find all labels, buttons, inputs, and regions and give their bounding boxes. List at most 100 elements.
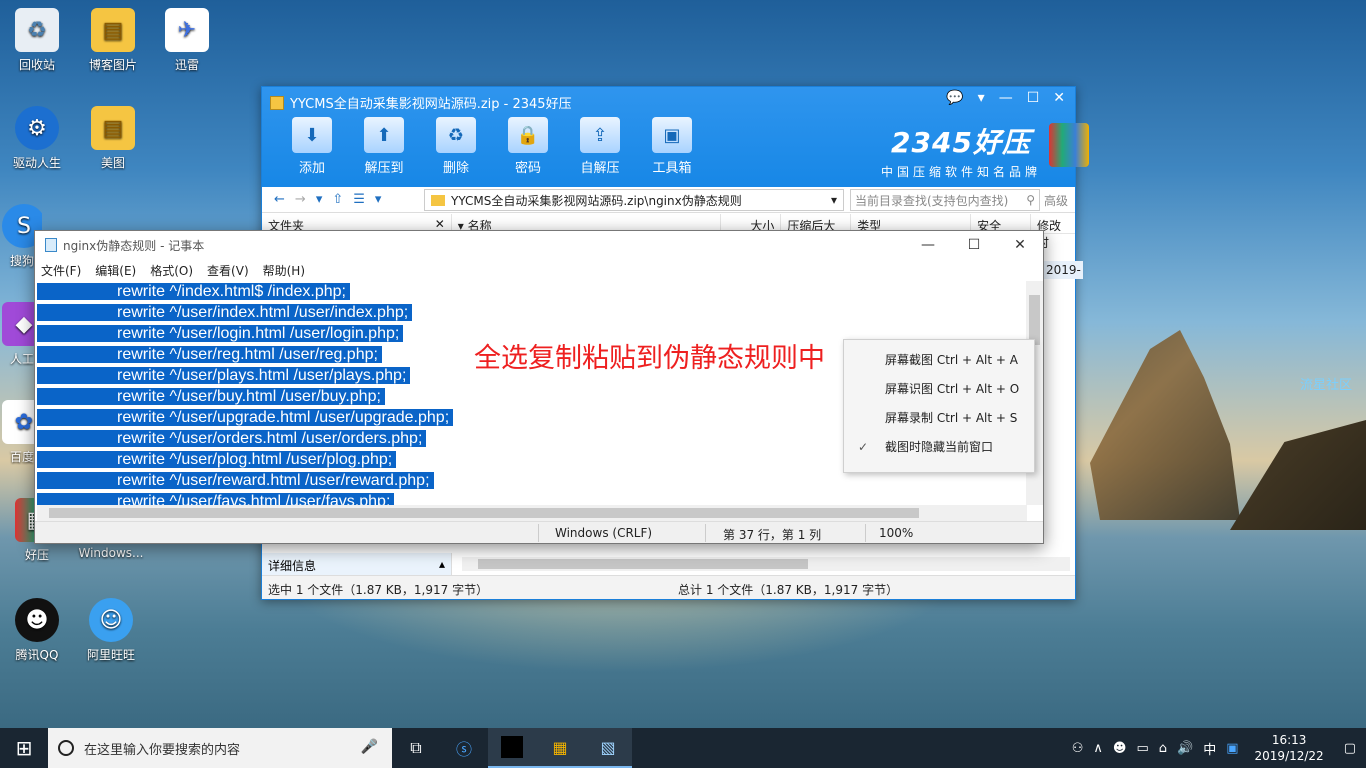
notepad-menubar: 文件(F) 编辑(E) 格式(O) 查看(V) 帮助(H) [35,259,1043,281]
desktop-icon-recycle-bin[interactable]: ♻ 回收站 [2,8,72,73]
notification-icon[interactable]: ▢ [1344,741,1356,756]
forward-arrow-icon[interactable]: → [295,192,306,207]
notepad-icon: ▧ [600,737,616,757]
text-line: rewrite ^/user/index.html /user/index.ph… [37,302,1027,323]
black-window-icon [501,736,523,758]
search-icon[interactable]: ⚲ [1026,193,1035,207]
taskbar: ⊞ 在这里输入你要搜索的内容 🎤 ⧉ ⓢ ▦ ▧ ⚇ ∧ ☻ ▭ ⌂ 🔊 中 ▣… [0,728,1366,768]
text-line: rewrite ^/user/favs.html /user/favs.php; [37,491,1027,505]
desktop-icon-blog-images[interactable]: ▤ 博客图片 [78,8,148,73]
menu-format[interactable]: 格式(O) [150,262,193,279]
search-input[interactable]: 当前目录查找(支持包内查找) ⚲ [850,189,1040,211]
view-dropdown-icon[interactable]: ▾ [375,192,382,207]
menu-icon[interactable]: ▾ [978,90,985,106]
taskbar-app-sogou[interactable]: ⓢ [440,728,488,768]
back-arrow-icon[interactable]: ← [274,192,285,207]
tray-user-icon[interactable]: ▣ [1226,741,1238,756]
volume-icon[interactable]: 🔊 [1177,741,1193,756]
gear-icon: ⚙ [15,106,59,150]
menu-item-hide-window[interactable]: ✓ 截图时隐藏当前窗口 [844,433,1034,462]
zip-bottom-bar: 详细信息 ▴ [262,553,1075,575]
clock[interactable]: 16:13 2019/12/22 [1255,732,1324,764]
up-folder-icon[interactable]: ⇧ [332,192,343,207]
thunder-icon: ✈ [165,8,209,52]
self-extract-button[interactable]: ⇪ 自解压 [574,117,626,176]
advanced-search-link[interactable]: 高级 [1044,192,1068,209]
people-icon[interactable]: ⚇ [1072,741,1084,756]
desktop-icon-thunder[interactable]: ✈ 迅雷 [152,8,222,73]
wallpaper-rock [1230,420,1366,530]
zip-hscrollbar[interactable] [462,557,1070,571]
detail-toggle[interactable]: 详细信息 ▴ [262,553,452,575]
zip-window-controls: 💬 ▾ — ☐ ✕ [946,90,1065,106]
extract-button[interactable]: ⬆ 解压到 [358,117,410,176]
menu-view[interactable]: 查看(V) [207,262,249,279]
notepad-hscrollbar[interactable] [37,505,1027,521]
network-icon[interactable]: ⌂ [1159,741,1167,756]
qq-icon: ☻ [15,598,59,642]
start-button[interactable]: ⊞ [0,728,48,768]
archive-icon: ▦ [552,737,568,757]
menu-item-image-recognition[interactable]: 屏幕识图 Ctrl + Alt + O [844,375,1034,404]
folder-icon [431,194,445,206]
delete-button[interactable]: ♻ 删除 [430,117,482,176]
zip-toolbar: ⬇ 添加 ⬆ 解压到 ♻ 删除 🔒 密码 ⇪ 自解压 ▣ 工具箱 [286,117,698,176]
add-button[interactable]: ⬇ 添加 [286,117,338,176]
scroll-thumb[interactable] [49,508,919,518]
toolbox-icon: ▣ [652,117,692,153]
desktop-icon-meitu[interactable]: ▤ 美图 [78,106,148,171]
history-dropdown-icon[interactable]: ▾ [316,192,323,207]
recycle-bin-icon: ♻ [15,8,59,52]
toolbox-button[interactable]: ▣ 工具箱 [646,117,698,176]
minimize-button[interactable]: — [999,90,1013,106]
battery-icon[interactable]: ▭ [1136,741,1148,756]
taskbar-app-haozip[interactable]: ▦ [536,728,584,768]
tray-app-icon[interactable]: ☻ [1113,741,1127,756]
trash-icon: ♻ [436,117,476,153]
text-line: rewrite ^/index.html$ /index.php; [37,281,1027,302]
lock-icon: 🔒 [508,117,548,153]
ime-indicator[interactable]: 中 [1203,739,1216,758]
folder-icon: ▤ [91,8,135,52]
path-bar[interactable]: YYCMS全自动采集影视网站源码.zip\nginx伪静态规则 ▾ [424,189,844,211]
zip-navbar: ← → ▾ ⇧ ☰ ▾ YYCMS全自动采集影视网站源码.zip\nginx伪静… [262,187,1075,213]
close-icon[interactable]: ✕ [435,217,445,231]
taskbar-app-notepad[interactable]: ▧ [584,728,632,768]
text-line: rewrite ^/user/reward.html /user/reward.… [37,470,1027,491]
microphone-icon[interactable]: 🎤 [361,739,378,755]
system-tray: ⚇ ∧ ☻ ▭ ⌂ 🔊 中 ▣ 16:13 2019/12/22 ▢ [1072,728,1366,768]
windows-logo-icon: ⊞ [15,736,33,760]
archive-logo-icon [1049,123,1089,167]
menu-edit[interactable]: 编辑(E) [95,262,136,279]
desktop-icon-qq[interactable]: ☻ 腾讯QQ [2,598,72,663]
row-modified-date: 2019- [1044,261,1083,279]
zip-header: YYCMS全自动采集影视网站源码.zip - 2345好压 💬 ▾ — ☐ ✕ … [262,87,1089,187]
notepad-icon [45,238,57,252]
menu-file[interactable]: 文件(F) [41,262,81,279]
path-dropdown-icon[interactable]: ▾ [831,193,837,207]
scroll-thumb[interactable] [1029,295,1040,345]
password-button[interactable]: 🔒 密码 [502,117,554,176]
cortana-icon [58,740,74,756]
notepad-titlebar: nginx伪静态规则 - 记事本 — ☐ ✕ [35,231,1043,259]
extract-icon: ⬆ [364,117,404,153]
menu-item-screen-record[interactable]: 屏幕录制 Ctrl + Alt + S [844,404,1034,433]
maximize-button[interactable]: ☐ [1027,90,1040,106]
taskbar-app-terminal[interactable] [488,728,536,768]
taskbar-search-box[interactable]: 在这里输入你要搜索的内容 🎤 [48,728,392,768]
feedback-icon[interactable]: 💬 [946,90,963,106]
close-button[interactable]: ✕ [997,231,1043,259]
scroll-thumb[interactable] [478,559,808,569]
desktop-icon-driver[interactable]: ⚙ 驱动人生 [2,106,72,171]
view-list-icon[interactable]: ☰ [353,192,365,207]
chevron-up-icon[interactable]: ∧ [1093,741,1103,756]
notepad-window-controls: — ☐ ✕ [905,231,1043,259]
task-view-icon: ⧉ [410,738,422,757]
menu-help[interactable]: 帮助(H) [263,262,305,279]
close-button[interactable]: ✕ [1053,90,1065,106]
minimize-button[interactable]: — [905,231,951,259]
menu-item-screenshot[interactable]: 屏幕截图 Ctrl + Alt + A [844,346,1034,375]
task-view-button[interactable]: ⧉ [392,728,440,768]
desktop-icon-aliwangwang[interactable]: ☺ 阿里旺旺 [76,598,146,663]
maximize-button[interactable]: ☐ [951,231,997,259]
